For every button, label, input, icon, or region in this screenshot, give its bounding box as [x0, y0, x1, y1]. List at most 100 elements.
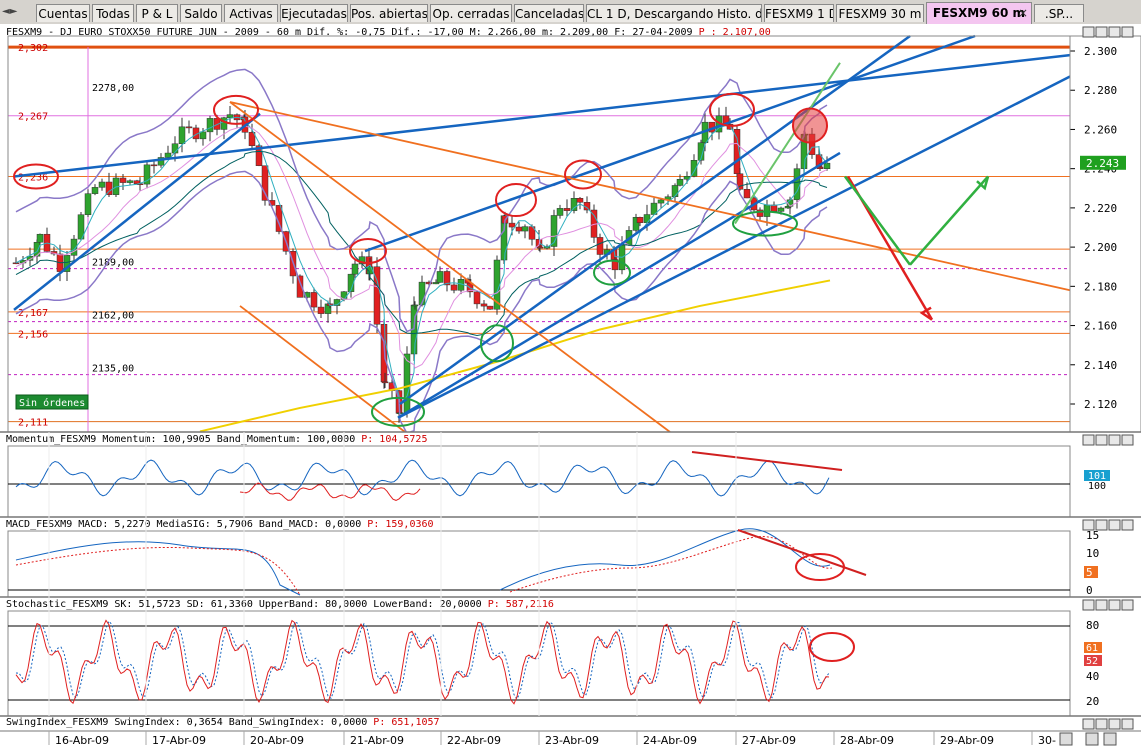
indicator-field: Stochastic_FESXM9 SK:: [6, 599, 138, 610]
maximize-icon[interactable]: [1108, 718, 1121, 730]
candle-down: [536, 246, 544, 249]
maximize-icon[interactable]: [1108, 26, 1121, 38]
tab-todas[interactable]: Todas: [92, 4, 134, 22]
indicator-field: 0,0000: [331, 717, 373, 728]
tab-p-l[interactable]: P & L: [136, 4, 178, 22]
candle-up: [823, 162, 831, 169]
scroll-right-icon[interactable]: [1103, 732, 1117, 746]
tab-op-cerradas[interactable]: Op. cerradas: [430, 4, 512, 22]
indicator-field: MACD_FESXM9 MACD:: [6, 519, 114, 530]
tab-cuentas[interactable]: Cuentas: [36, 4, 90, 22]
close-icon[interactable]: [1121, 519, 1134, 531]
orders-badge-label: Sin órdenes: [19, 397, 85, 409]
date-label: 27-Abr-09: [742, 734, 796, 747]
indicator-field: UpperBand:: [259, 599, 325, 610]
candle-down: [480, 303, 488, 307]
level-label: 2,156: [18, 329, 48, 340]
restore-icon[interactable]: [1095, 599, 1108, 611]
maximize-icon[interactable]: [1108, 519, 1121, 531]
minimize-icon[interactable]: [1082, 599, 1095, 611]
minimize-icon[interactable]: [1082, 26, 1095, 38]
tab-canceladas[interactable]: Canceladas: [514, 4, 584, 22]
indicator-field: Momentum_FESXM9 Momentum:: [6, 434, 163, 445]
stoch-tick: 80: [1086, 619, 1099, 632]
close-icon[interactable]: [1121, 718, 1134, 730]
candle-up: [351, 263, 359, 275]
candle-down: [310, 292, 318, 308]
date-label: 22-Abr-09: [447, 734, 501, 747]
candle-down: [261, 165, 269, 201]
indicator-field: MediaSIG:: [157, 519, 217, 530]
momentum-badge-bottom: 100: [1088, 481, 1106, 492]
chart-area[interactable]: FESXM9 - DJ EURO STOXX50 FUTURE JUN - 20…: [0, 24, 1141, 748]
stoch-tick: 20: [1086, 695, 1099, 708]
tab-activas[interactable]: Activas: [224, 4, 278, 22]
price-tick: 2.300: [1084, 45, 1117, 58]
price-tick: 2.260: [1084, 123, 1117, 136]
date-label: 20-Abr-09: [250, 734, 304, 747]
minimize-icon[interactable]: [1082, 718, 1095, 730]
tab-pos-abiertas[interactable]: Pos. abiertas: [350, 4, 428, 22]
indicator-field: 0,3654: [187, 717, 229, 728]
date-label: 24-Abr-09: [643, 734, 697, 747]
price-tick: 2.220: [1084, 202, 1117, 215]
candle-down: [381, 381, 389, 384]
tab-scroll-icon[interactable]: ◄►: [2, 6, 17, 17]
restore-icon[interactable]: [1095, 718, 1108, 730]
candle-down: [508, 222, 516, 228]
candle-down: [563, 208, 571, 211]
candle-down: [12, 262, 20, 265]
candle-down: [486, 305, 494, 310]
tab-cl-1-d-descargando-histo-de-cl[interactable]: CL 1 D, Descargando Histo. de [CL]: [586, 4, 762, 22]
close-icon[interactable]: [1121, 434, 1134, 446]
level-label: 2,267: [18, 112, 48, 123]
date-label: 16-Abr-09: [55, 734, 109, 747]
candle-up: [98, 181, 106, 188]
tab-fesxm9-60-m[interactable]: FESXM9 60 m: [926, 2, 1032, 24]
tab-sp[interactable]: .SP...: [1034, 4, 1084, 22]
candle-up: [403, 353, 411, 413]
restore-icon[interactable]: [1095, 26, 1108, 38]
indicator-field: P: 651,1057: [373, 717, 439, 728]
price-tick: 2.160: [1084, 320, 1117, 333]
tab-fesxm9-1-d[interactable]: FESXM9 1 D: [764, 4, 834, 22]
tab-ejecutadas[interactable]: Ejecutadas: [280, 4, 348, 22]
close-icon[interactable]: [1121, 599, 1134, 611]
tab-fesxm9-30-m[interactable]: FESXM9 30 m: [836, 4, 924, 22]
candle-up: [126, 180, 134, 183]
date-label: 28-Abr-09: [840, 734, 894, 747]
indicator-field: 5,2270: [114, 519, 156, 530]
level-label: 2,111: [18, 418, 48, 429]
minimize-icon[interactable]: [1082, 434, 1095, 446]
close-icon[interactable]: [1121, 26, 1134, 38]
candle-up: [36, 233, 44, 243]
close-tab-icon[interactable]: ×: [1018, 6, 1028, 20]
candle-up: [570, 198, 578, 211]
price-tick: 2.280: [1084, 84, 1117, 97]
chart-background: [0, 24, 1141, 748]
swing-header: SwingIndex_FESXM9 SwingIndex: 0,3654 Ban…: [6, 717, 440, 728]
candle-down: [450, 284, 458, 291]
maximize-icon[interactable]: [1108, 599, 1121, 611]
scroll-left-icon[interactable]: [1059, 732, 1073, 746]
candle-down: [515, 226, 523, 232]
candle-up: [84, 193, 92, 215]
restore-icon[interactable]: [1095, 434, 1108, 446]
candle-down: [596, 237, 604, 255]
macd-tick: 0: [1086, 584, 1093, 597]
candle-down: [105, 181, 113, 195]
candle-up: [556, 208, 564, 216]
candle-up: [206, 118, 214, 133]
level-label: 2135,00: [92, 364, 134, 375]
indicator-field: 100,0000: [307, 434, 361, 445]
macd-tick: 10: [1086, 547, 1099, 560]
maximize-icon[interactable]: [1108, 434, 1121, 446]
indicator-field: LowerBand:: [373, 599, 439, 610]
zoom-icon[interactable]: [1085, 732, 1099, 746]
candle-up: [777, 207, 785, 212]
indicator-field: 0,0000: [325, 519, 367, 530]
indicator-field: SD:: [187, 599, 211, 610]
stochastic-header: Stochastic_FESXM9 SK: 51,5723 SD: 61,336…: [6, 599, 554, 610]
marker-circle-red: [792, 107, 828, 144]
tab-saldo[interactable]: Saldo: [180, 4, 222, 22]
